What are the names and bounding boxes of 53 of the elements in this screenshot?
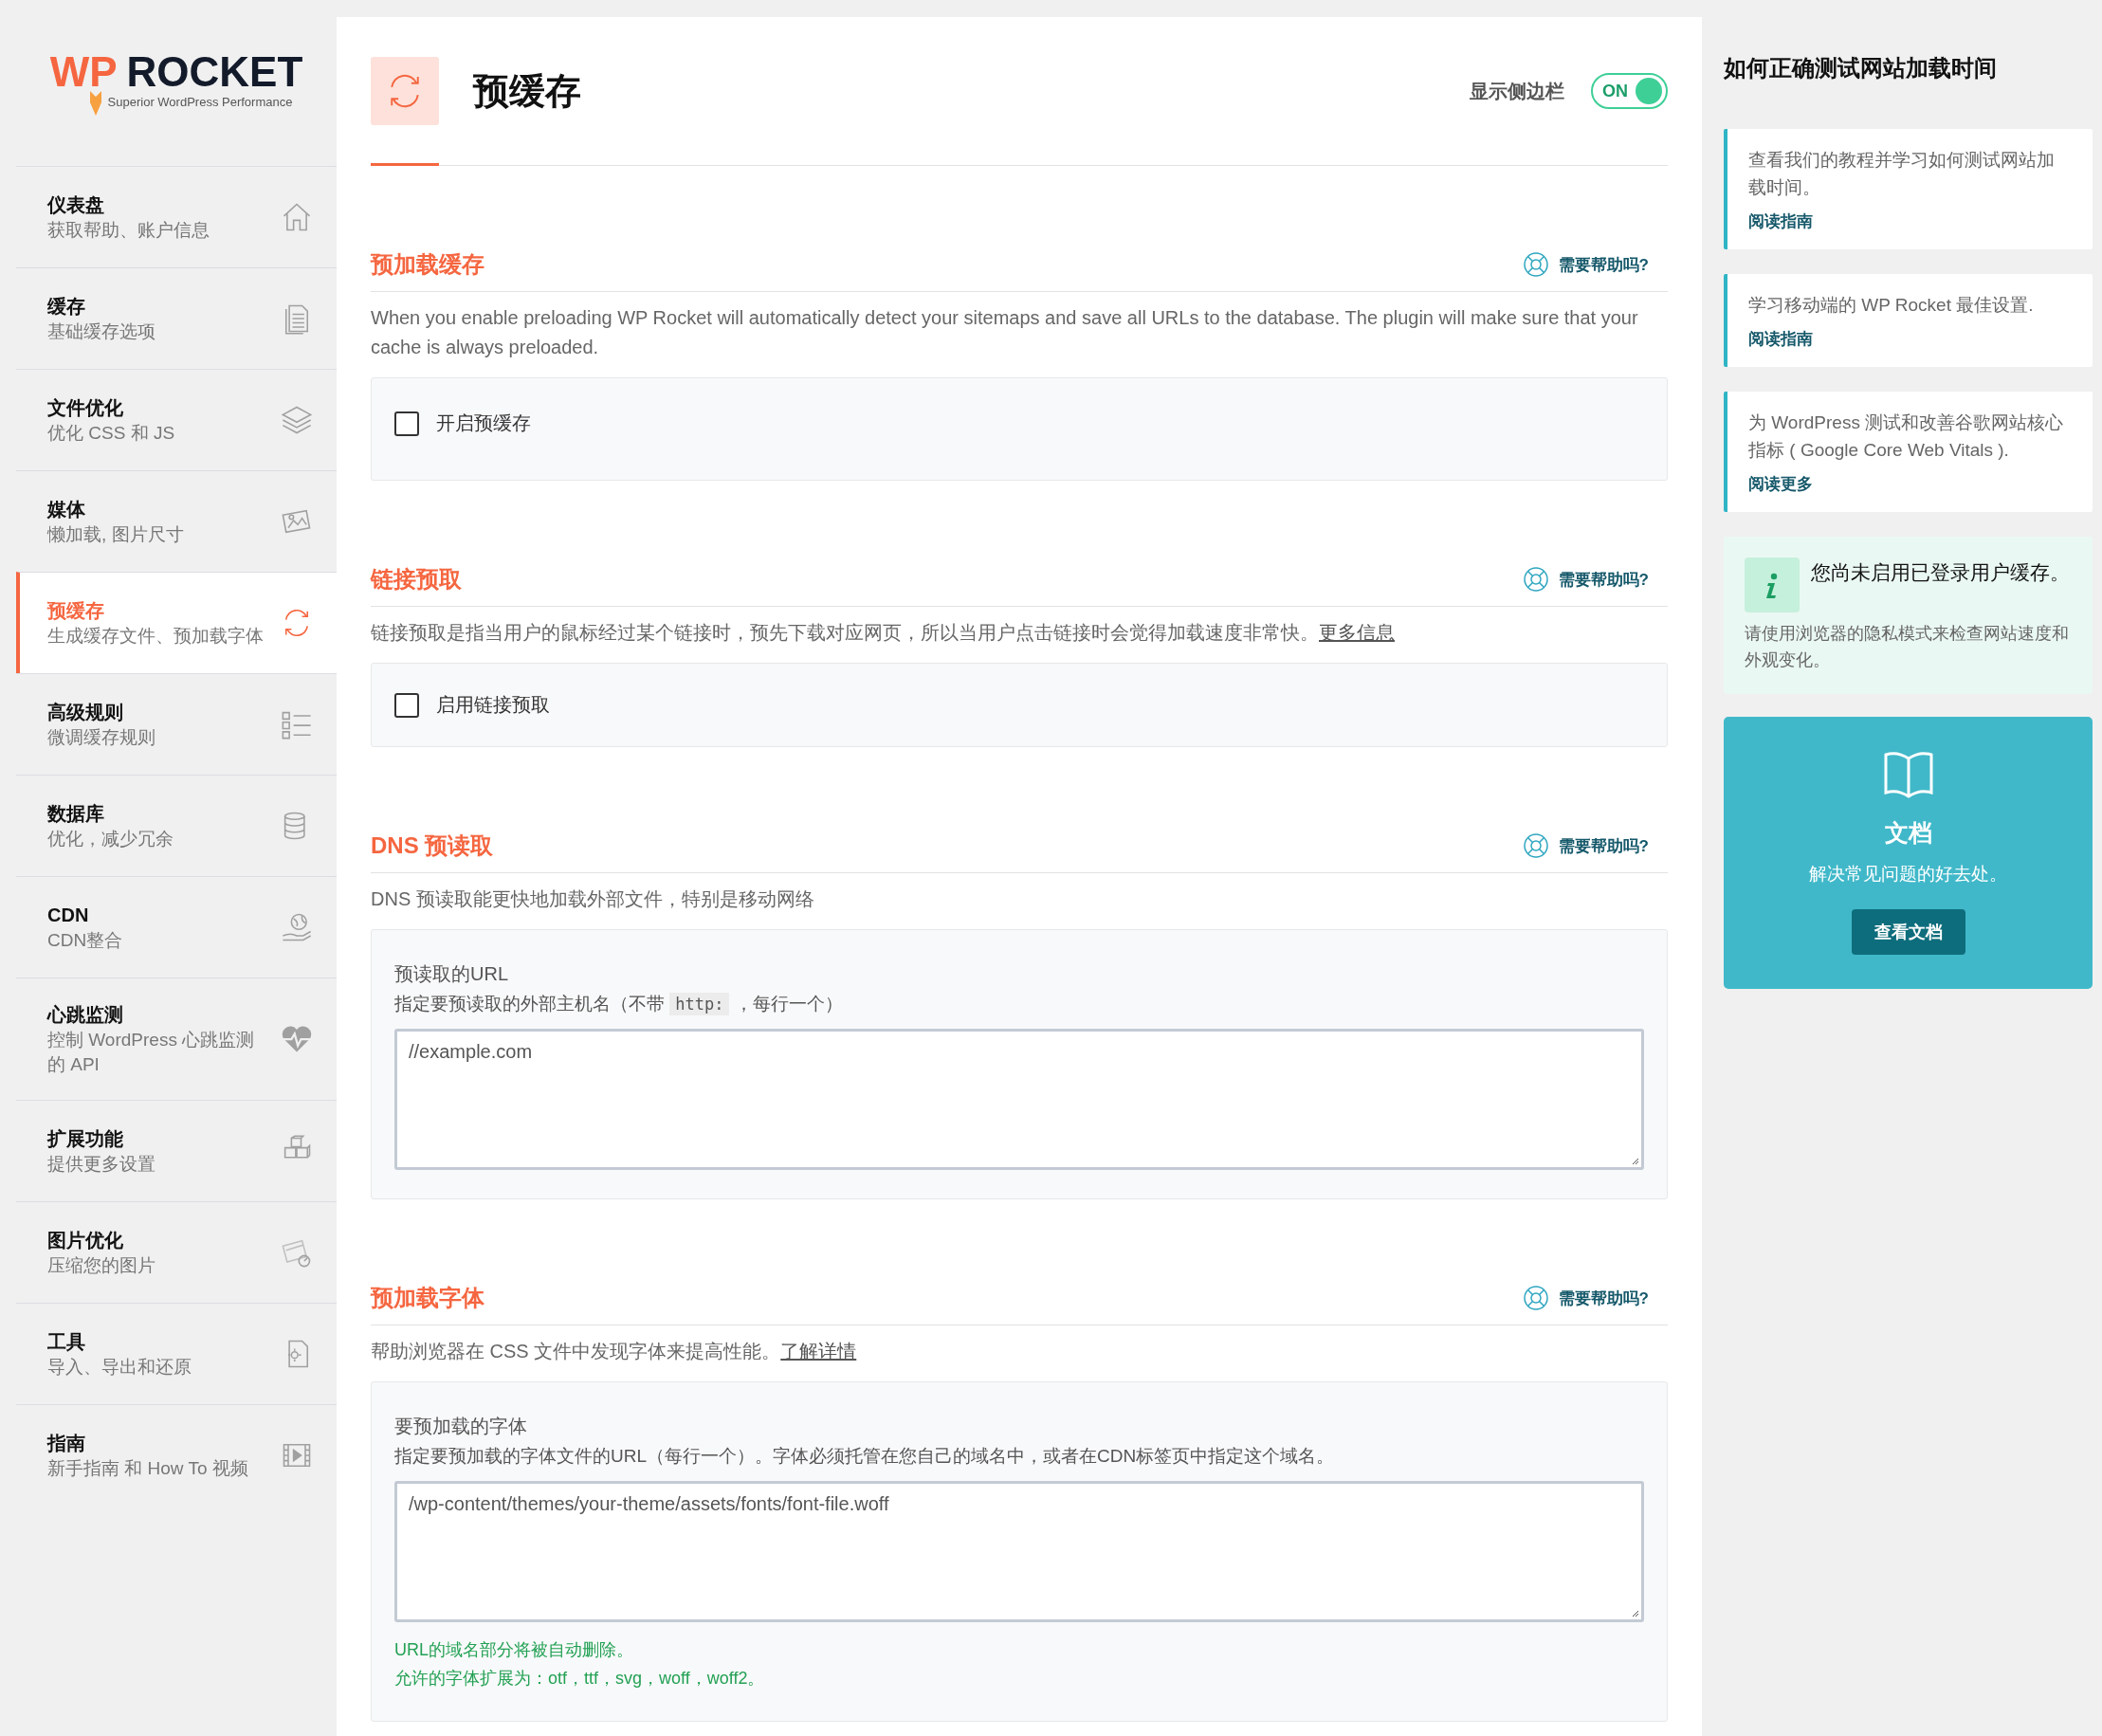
- sidebar-item[interactable]: 预缓存 生成缓存文件、预加载字体: [16, 572, 337, 673]
- resize-grip-icon: [1630, 1608, 1639, 1617]
- notice-title: 您尚未启用已登录用户缓存。: [1811, 560, 2070, 585]
- checkbox-label: 启用链接预取: [436, 693, 550, 717]
- info-icon: [1745, 557, 1800, 612]
- textarea-field[interactable]: /wp-content/themes/your-theme/assets/fonts/font-file.woff: [394, 1481, 1644, 1622]
- flame-icon: [88, 90, 102, 116]
- resize-grip-icon: [1630, 1156, 1639, 1165]
- section-description: When you enable preloading WP Rocket will automatically detect your sitemaps and save all URLs to the database. The plugin will make sure that your cache is always preloaded.: [371, 306, 1639, 359]
- page-title: 预缓存: [473, 69, 582, 113]
- field-note: URL的域名部分将被自动删除。: [394, 1639, 634, 1661]
- checkbox[interactable]: [394, 692, 419, 718]
- toggle-label: 显示侧边栏: [1470, 79, 1564, 103]
- lifebuoy-icon: [1522, 566, 1549, 593]
- section-title: 链接预取: [371, 565, 463, 594]
- textarea-field[interactable]: //example.com: [394, 1029, 1644, 1170]
- lifebuoy-icon: [1522, 1285, 1549, 1311]
- help-link[interactable]: 需要帮助吗?: [1522, 566, 1649, 593]
- checkbox[interactable]: [394, 411, 419, 436]
- docs-title: 文档: [1884, 818, 1932, 848]
- read-link[interactable]: 阅读更多: [1748, 473, 1813, 495]
- logo-wp: WP: [49, 50, 118, 93]
- section-description: 帮助浏览器在 CSS 文件中发现字体来提高性能。了解详情: [371, 1340, 858, 1363]
- field-hint: 指定要预读取的外部主机名（不带 http: ，每行一个）: [394, 992, 844, 1017]
- section-description: 链接预取是指当用户的鼠标经过某个链接时，预先下载对应网页，所以当用户点击链接时会觉得加载速度非常快。更多信息: [371, 621, 1396, 645]
- read-link[interactable]: 阅读指南: [1748, 210, 1813, 232]
- view-docs-button[interactable]: 查看文档: [1851, 909, 1965, 955]
- refresh-icon: [371, 57, 439, 125]
- section-description: DNS 预读取能更快地加载外部文件，特别是移动网络: [371, 887, 815, 911]
- help-link[interactable]: 需要帮助吗?: [1522, 832, 1649, 859]
- lifebuoy-icon: [1522, 251, 1549, 278]
- field-label: 要预加载的字体: [394, 1415, 528, 1438]
- field-hint: 指定要预加载的字体文件的URL（每行一个）。字体必须托管在您自己的域名中，或者在CDN标签页中指定这个域名。: [394, 1445, 1336, 1468]
- docs-text: 解决常见问题的好去处。: [1809, 863, 2007, 886]
- read-link[interactable]: 阅读指南: [1748, 328, 1813, 350]
- notice-text: 请使用浏览器的隐私模式来检查网站速度和外观变化。: [1745, 623, 2070, 671]
- tip-text: 学习移动端的 WP Rocket 最佳设置.: [1748, 294, 2035, 317]
- help-link[interactable]: 需要帮助吗?: [1522, 1285, 1649, 1311]
- section-title: DNS 预读取: [371, 831, 495, 860]
- panel-heading: 如何正确测试网站加载时间: [1724, 54, 1998, 82]
- section-title: 预加载缓存: [371, 250, 485, 279]
- logo-tagline: Superior WordPress Performance: [107, 94, 293, 109]
- lifebuoy-icon: [1522, 832, 1549, 859]
- more-info-link[interactable]: 更多信息: [1319, 622, 1395, 643]
- checkbox-label: 开启预缓存: [436, 411, 531, 435]
- tip-text: 查看我们的教程并学习如何测试网站加载时间。: [1748, 149, 2056, 199]
- section-title: 预加载字体: [371, 1284, 485, 1312]
- tip-text: 为 WordPress 测试和改善谷歌网站核心指标 ( Google Core Web Vitals ).: [1748, 411, 2065, 462]
- field-note: 允许的字体扩展为：otf，ttf，svg，woff，woff2。: [394, 1668, 766, 1690]
- logo-rocket: ROCKET: [126, 50, 303, 93]
- help-link[interactable]: 需要帮助吗?: [1522, 251, 1649, 278]
- more-info-link[interactable]: 了解详情: [780, 1341, 857, 1361]
- field-label: 预读取的URL: [394, 962, 509, 986]
